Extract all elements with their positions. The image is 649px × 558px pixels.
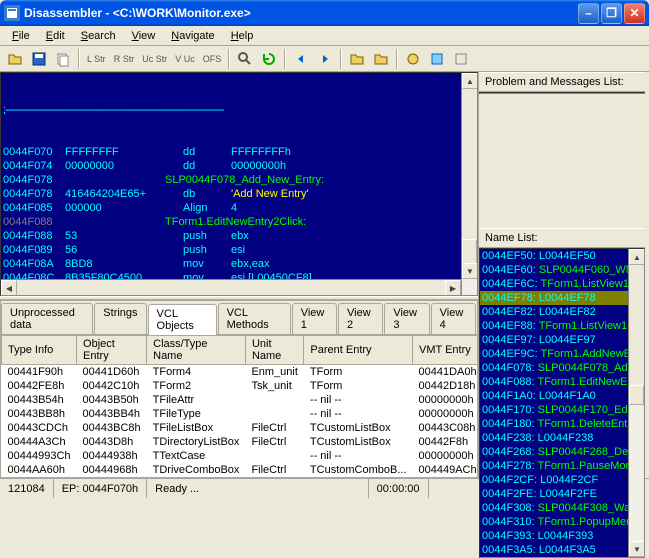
problems-list-body[interactable] (479, 92, 645, 94)
namelist-item[interactable]: 0044F278: TForm1.PauseMonitoring (480, 459, 644, 473)
namelist-item[interactable]: 0044F238: L0044F238 (480, 431, 644, 445)
tab-vcl-objects[interactable]: VCL Objects (148, 304, 217, 335)
namelist-item[interactable]: 0044EF60: SLP0044F060_WM_CLOSE (480, 263, 644, 277)
folder2-icon[interactable] (370, 48, 392, 70)
title-bar: Disassembler - <C:\WORK\Monitor.exe> – ❐… (0, 0, 649, 26)
grid-header[interactable]: Class/Type Name (147, 336, 246, 365)
namelist-item[interactable]: 0044F310: TForm1.PopupMenu3Popup (480, 515, 644, 529)
table-row[interactable]: 0044AA60h00444968hTDriveComboBoxFileCtrl… (2, 463, 478, 477)
app-icon (4, 5, 20, 21)
nav-back-icon[interactable] (290, 48, 312, 70)
save-icon[interactable] (28, 48, 50, 70)
namelist-item[interactable]: 0044F088: TForm1.EditNewEntry2Cl (480, 375, 644, 389)
nav-fwd-icon[interactable] (314, 48, 336, 70)
table-row[interactable]: 00443B54h00443B50hTFileAttr-- nil --0000… (2, 393, 478, 407)
disasm-line[interactable]: 0044F08A8BD8movebx,eax (3, 257, 475, 271)
vcl-objects-grid[interactable]: Type InfoObject EntryClass/Type NameUnit… (1, 335, 477, 477)
disassembly-view[interactable]: ;---------------------------------------… (0, 72, 478, 296)
toolbar-rstr[interactable]: R Str (111, 54, 138, 64)
disasm-line[interactable]: 0044F085000000Align4 (3, 201, 475, 215)
grid-header[interactable]: Type Info (2, 336, 77, 365)
tabs-bar: Unprocessed dataStringsVCL ObjectsVCL Me… (1, 301, 477, 335)
namelist-item[interactable]: 0044F268: SLP0044F268_Delete_Ent (480, 445, 644, 459)
tab-view-2[interactable]: View 2 (338, 303, 383, 334)
namelist-item[interactable]: 0044F3A5: L0044F3A5 (480, 543, 644, 557)
disasm-line[interactable]: 0044F070FFFFFFFFddFFFFFFFFh (3, 145, 475, 159)
folder-icon[interactable] (346, 48, 368, 70)
name-list-header: Name List: (479, 228, 645, 248)
namelist-item[interactable]: 0044EF97: L0044EF97 (480, 333, 644, 347)
tab-view-3[interactable]: View 3 (384, 303, 429, 334)
table-row[interactable]: 00444993Ch00444938hTTextCase-- nil --000… (2, 449, 478, 463)
grid-header[interactable]: VMT Entry (413, 336, 477, 365)
menu-search[interactable]: Search (73, 28, 124, 44)
toolbar-ofs[interactable]: OFS (200, 54, 225, 64)
namelist-item[interactable]: 0044EF82: L0044EF82 (480, 305, 644, 319)
toolbar-lstr[interactable]: L Str (84, 54, 109, 64)
table-row[interactable]: 00441F90h00441D60hTForm4Enm_unitTForm004… (2, 365, 478, 380)
namelist-item[interactable]: 0044F308: SLP0044F308_Wait (480, 501, 644, 515)
toolbar-ucstr[interactable]: Uc Str (139, 54, 170, 64)
namelist-vscroll[interactable]: ▲ ▼ (628, 249, 644, 557)
copy-icon[interactable] (52, 48, 74, 70)
close-button[interactable]: ✕ (624, 3, 645, 24)
toolbar: L Str R Str Uc Str V Uc OFS (0, 46, 649, 72)
menu-view[interactable]: View (124, 28, 164, 44)
disasm-line[interactable]: 0044F078416464204E65+db'Add New Entry' (3, 187, 475, 201)
bottom-panel: Unprocessed dataStringsVCL ObjectsVCL Me… (0, 300, 478, 478)
find-icon[interactable] (234, 48, 256, 70)
refresh-icon[interactable] (258, 48, 280, 70)
status-time: 00:00:00 (369, 479, 429, 498)
disasm-line[interactable]: 0044F08853pushebx (3, 229, 475, 243)
tab-strings[interactable]: Strings (94, 303, 146, 334)
status-ep: EP: 0044F070h (54, 479, 147, 498)
namelist-item[interactable]: 0044EF78: L0044EF78 (480, 291, 644, 305)
disasm-line[interactable]: 0044F078SLP0044F078_Add_New_Entry: (3, 173, 475, 187)
tab-unprocessed-data[interactable]: Unprocessed data (1, 303, 93, 334)
namelist-item[interactable]: 0044F170: SLP0044F170_Edit_New_ (480, 403, 644, 417)
namelist-item[interactable]: 0044EF88: TForm1.ListView1MouseM (480, 319, 644, 333)
tab-view-1[interactable]: View 1 (292, 303, 337, 334)
table-row[interactable]: 00442FE8h00442C10hTForm2Tsk_unitTForm004… (2, 379, 478, 393)
grid-header[interactable]: Parent Entry (304, 336, 413, 365)
table-row[interactable]: 00444A3Ch00443D8hTDirectoryListBoxFileCt… (2, 435, 478, 449)
namelist-item[interactable]: 0044EF50: L0044EF50 (480, 249, 644, 263)
namelist-item[interactable]: 0044EF9C: TForm1.AddNewEntry2Cli (480, 347, 644, 361)
window-title: Disassembler - <C:\WORK\Monitor.exe> (24, 6, 578, 20)
tool2-icon[interactable] (426, 48, 448, 70)
table-row[interactable]: 00443CDCh00443BC8hTFileListBoxFileCtrlTC… (2, 421, 478, 435)
problems-list-header: Problem and Messages List: (479, 72, 645, 92)
menu-edit[interactable]: Edit (38, 28, 73, 44)
namelist-item[interactable]: 0044F2CF: L0044F2CF (480, 473, 644, 487)
namelist-item[interactable]: 0044F078: SLP0044F078_Add_New_E (480, 361, 644, 375)
menu-navigate[interactable]: Navigate (163, 28, 222, 44)
namelist-item[interactable]: 0044F180: TForm1.DeleteEntry2Cli (480, 417, 644, 431)
minimize-button[interactable]: – (578, 3, 599, 24)
tab-view-4[interactable]: View 4 (431, 303, 476, 334)
menu-bar: File Edit Search View Navigate Help (0, 26, 649, 46)
tool3-icon[interactable] (450, 48, 472, 70)
disasm-hscroll[interactable]: ◀ ▶ (1, 279, 461, 295)
status-ready: Ready ... (147, 479, 369, 498)
open-icon[interactable] (4, 48, 26, 70)
disasm-line[interactable]: 0044F07400000000dd00000000h (3, 159, 475, 173)
disasm-line[interactable]: 0044F088TForm1.EditNewEntry2Click: (3, 215, 475, 229)
namelist-item[interactable]: 0044F2FE: L0044F2FE (480, 487, 644, 501)
grid-header[interactable]: Object Entry (77, 336, 147, 365)
namelist-item[interactable]: 0044F1A0: L0044F1A0 (480, 389, 644, 403)
grid-header[interactable]: Unit Name (245, 336, 303, 365)
table-row[interactable]: 00443BB8h00443BB4hTFileType-- nil --0000… (2, 407, 478, 421)
disasm-line[interactable]: 0044F08956pushesi (3, 243, 475, 257)
name-list-body[interactable]: 0044EF50: L0044EF500044EF60: SLP0044F060… (479, 248, 645, 558)
disasm-vscroll[interactable]: ▲ ▼ (461, 73, 477, 295)
toolbar-vuc[interactable]: V Uc (172, 54, 198, 64)
maximize-button[interactable]: ❐ (601, 3, 622, 24)
menu-file[interactable]: File (4, 28, 38, 44)
menu-help[interactable]: Help (223, 28, 262, 44)
namelist-item[interactable]: 0044F393: L0044F393 (480, 529, 644, 543)
status-left: 121084 (0, 479, 54, 498)
tab-vcl-methods[interactable]: VCL Methods (218, 303, 291, 334)
namelist-item[interactable]: 0044EF6C: TForm1.ListView1KeyUp (480, 277, 644, 291)
tool1-icon[interactable] (402, 48, 424, 70)
